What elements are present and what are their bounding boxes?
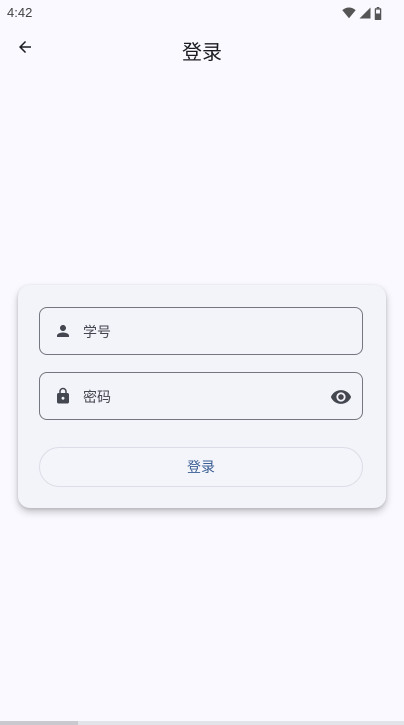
lock-icon <box>52 385 74 407</box>
eye-icon[interactable] <box>329 385 353 409</box>
password-field[interactable]: 密码 <box>39 372 363 420</box>
person-icon <box>52 320 74 342</box>
app-bar: 登录 <box>0 26 404 72</box>
status-icons <box>342 6 382 20</box>
page-title: 登录 <box>182 40 222 64</box>
status-bar: 4:42 <box>0 0 404 26</box>
battery-icon <box>374 6 382 20</box>
password-placeholder: 密码 <box>83 390 111 406</box>
username-placeholder: 学号 <box>83 325 111 341</box>
navigation-bar <box>0 721 404 725</box>
login-button[interactable]: 登录 <box>39 447 363 487</box>
signal-icon <box>359 7 371 19</box>
navigation-handle <box>0 721 78 725</box>
login-card: 学号 密码 登录 <box>18 285 386 508</box>
username-field[interactable]: 学号 <box>39 307 363 355</box>
wifi-icon <box>342 7 356 19</box>
status-time: 4:42 <box>7 5 33 20</box>
